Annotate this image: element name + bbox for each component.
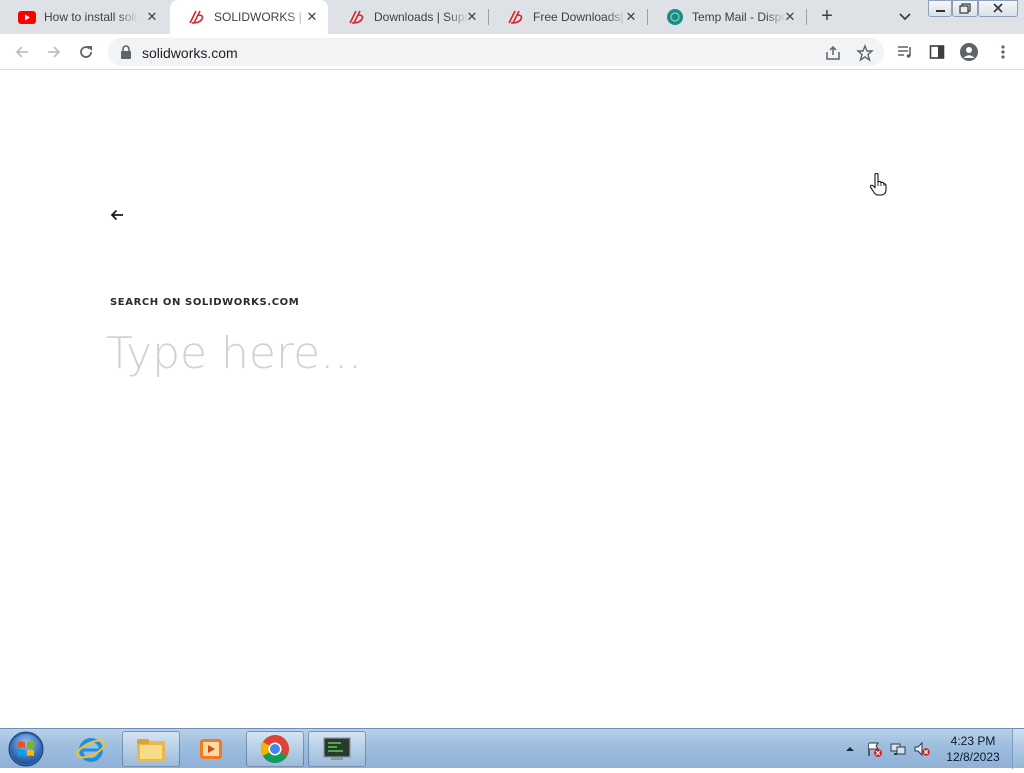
- tab-title: Temp Mail - Disposable: [692, 10, 786, 24]
- clock-time: 4:23 PM: [950, 734, 996, 748]
- ds-solidworks-icon: [348, 8, 366, 26]
- volume-muted-icon[interactable]: [914, 741, 930, 757]
- close-search-arrow-icon[interactable]: [109, 207, 125, 223]
- bookmark-star-icon[interactable]: [856, 44, 874, 62]
- tab-free-downloads[interactable]: Free Downloads| SOLIDWORKS ✕: [489, 0, 647, 34]
- reading-list-icon[interactable]: [896, 43, 914, 61]
- network-icon[interactable]: [890, 741, 906, 757]
- internet-explorer-icon: [76, 738, 106, 762]
- file-explorer-icon: [137, 739, 165, 761]
- tab-close-icon[interactable]: ✕: [623, 9, 639, 25]
- browser-tab-bar: How to install solidworks ✕ SOLIDWORKS |…: [0, 0, 1024, 34]
- tab-search-chevron-icon[interactable]: [896, 8, 914, 26]
- forward-arrow-icon: [48, 46, 61, 58]
- youtube-icon: [18, 8, 36, 26]
- tempmail-icon: [666, 8, 684, 26]
- action-center-flag-icon[interactable]: [866, 741, 882, 757]
- taskbar-internet-explorer[interactable]: [62, 731, 120, 767]
- address-bar[interactable]: solidworks.com: [108, 38, 884, 66]
- restore-button[interactable]: [952, 0, 978, 17]
- tab-downloads-support[interactable]: Downloads | Support ✕: [330, 0, 488, 34]
- system-clock[interactable]: 4:23 PM 12/8/2023: [940, 733, 1006, 765]
- browser-toolbar: solidworks.com: [0, 34, 1024, 70]
- tab-title: Downloads | Support: [374, 10, 468, 24]
- reload-button[interactable]: [74, 40, 98, 64]
- tab-solidworks-active[interactable]: SOLIDWORKS | 3D CAD ✕: [170, 0, 328, 34]
- start-button[interactable]: [6, 730, 46, 768]
- search-label: SEARCH ON SOLIDWORKS.COM: [110, 297, 300, 308]
- show-hidden-icons-chevron-icon[interactable]: [844, 742, 860, 758]
- lock-icon: [120, 45, 132, 64]
- tab-title: Free Downloads| SOLIDWORKS: [533, 10, 627, 24]
- tab-youtube[interactable]: How to install solidworks ✕: [0, 0, 168, 34]
- windows-taskbar: 4:23 PM 12/8/2023: [0, 728, 1024, 769]
- ds-solidworks-icon: [188, 8, 206, 26]
- tab-title: How to install solidworks: [44, 10, 138, 24]
- clock-date: 12/8/2023: [946, 750, 1000, 764]
- tab-close-icon[interactable]: ✕: [304, 9, 320, 25]
- media-player-icon: [200, 739, 222, 759]
- taskbar-file-explorer[interactable]: [122, 731, 180, 767]
- minimize-button[interactable]: [928, 0, 952, 17]
- back-button[interactable]: [10, 40, 34, 64]
- new-tab-button[interactable]: +: [817, 6, 837, 26]
- hand-cursor-icon: [869, 172, 887, 196]
- taskbar-media-player[interactable]: [182, 731, 240, 767]
- site-search-input[interactable]: [106, 323, 806, 383]
- profile-avatar-icon[interactable]: [960, 43, 978, 61]
- page-content: SEARCH ON SOLIDWORKS.COM: [0, 71, 1024, 728]
- tab-close-icon[interactable]: ✕: [782, 9, 798, 25]
- tab-temp-mail[interactable]: Temp Mail - Disposable ✕: [648, 0, 806, 34]
- browser-menu-icon[interactable]: [994, 43, 1012, 61]
- close-window-button[interactable]: [978, 0, 1018, 17]
- taskbar-terminal[interactable]: [308, 731, 366, 767]
- address-url: solidworks.com: [142, 45, 238, 61]
- ds-solidworks-icon: [507, 8, 525, 26]
- side-panel-icon[interactable]: [928, 43, 946, 61]
- tab-separator: [806, 9, 807, 25]
- chrome-icon: [261, 735, 289, 763]
- show-desktop-button[interactable]: [1012, 729, 1024, 769]
- tab-title: SOLIDWORKS | 3D CAD: [214, 10, 308, 24]
- terminal-icon: [323, 737, 351, 760]
- tab-close-icon[interactable]: ✕: [144, 9, 160, 25]
- tab-close-icon[interactable]: ✕: [464, 9, 480, 25]
- forward-button[interactable]: [42, 40, 66, 64]
- taskbar-chrome[interactable]: [246, 731, 304, 767]
- back-arrow-icon: [15, 46, 28, 58]
- windows-logo-icon: [8, 731, 44, 767]
- reload-icon: [80, 46, 92, 58]
- share-icon[interactable]: [824, 44, 842, 62]
